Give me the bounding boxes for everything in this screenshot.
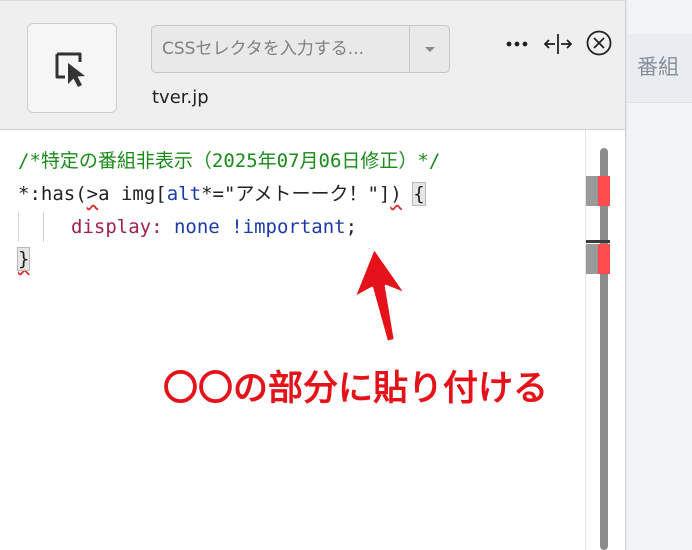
screenshot-frame: 番組 tver.jp [0,0,692,550]
element-picker-icon [55,52,85,87]
resize-panel-button[interactable] [543,32,573,60]
close-brace-token: } [16,247,31,271]
bracket-token: ] [378,183,391,205]
value-token: none [173,216,220,238]
scrollbar-thumb[interactable] [600,148,608,550]
resize-horizontal-icon [543,34,573,54]
paren-token: ) [390,183,402,205]
element-picker-button[interactable] [27,23,117,113]
code-line-1: /*特定の番組非表示（2025年07月06日修正）*/ [18,150,441,172]
background-page: 番組 [626,0,692,550]
overview-ruler-error-mark [598,244,610,274]
custom-css-panel: tver.jp [0,0,626,550]
more-dots-icon [506,41,528,47]
background-tab-label: 番組 [637,55,679,79]
open-brace-token: { [412,182,426,206]
site-hostname: tver.jp [152,87,209,108]
chevron-down-icon [425,47,435,52]
fold-guide [18,212,19,242]
overview-ruler-error-mark [598,176,610,206]
editor-scrollbar[interactable] [585,130,625,550]
code-line-2: *:has(>a img[alt*="アメトーーク！"]) { [18,179,426,209]
overview-ruler-mark [586,176,598,206]
css-selector-combobox [151,25,450,73]
combinator-token: > [86,183,99,205]
string-token: "アメトーーク！" [223,183,379,205]
css-selector-input[interactable] [152,26,408,72]
attribute-token: alt [166,183,202,205]
close-panel-button[interactable] [585,29,613,61]
code-line-4: } [16,244,31,274]
overview-ruler-cursor-mark [586,240,610,243]
overview-ruler-mark [586,244,598,274]
semicolon-token: ; [345,216,358,238]
selector-token: *:has( [18,183,87,205]
selector-dropdown-button[interactable] [410,26,450,72]
close-circle-icon [586,30,612,56]
css-code-editor[interactable]: /*特定の番組非表示（2025年07月06日修正）*/ *:has(>a img… [0,130,585,550]
annotation-arrow-icon [352,246,408,344]
more-options-button[interactable] [505,32,529,60]
annotation-label: 〇〇の部分に貼り付ける [163,369,549,409]
operator-token: *= [201,183,224,205]
important-token: !important [231,216,346,238]
panel-toolbar: tver.jp [0,0,625,130]
code-line-3: display: none !important; [71,212,357,242]
colon-token: : [151,216,174,238]
indent-guide [43,212,44,242]
selector-token: a img[ [98,183,167,205]
property-token: display [71,216,152,238]
